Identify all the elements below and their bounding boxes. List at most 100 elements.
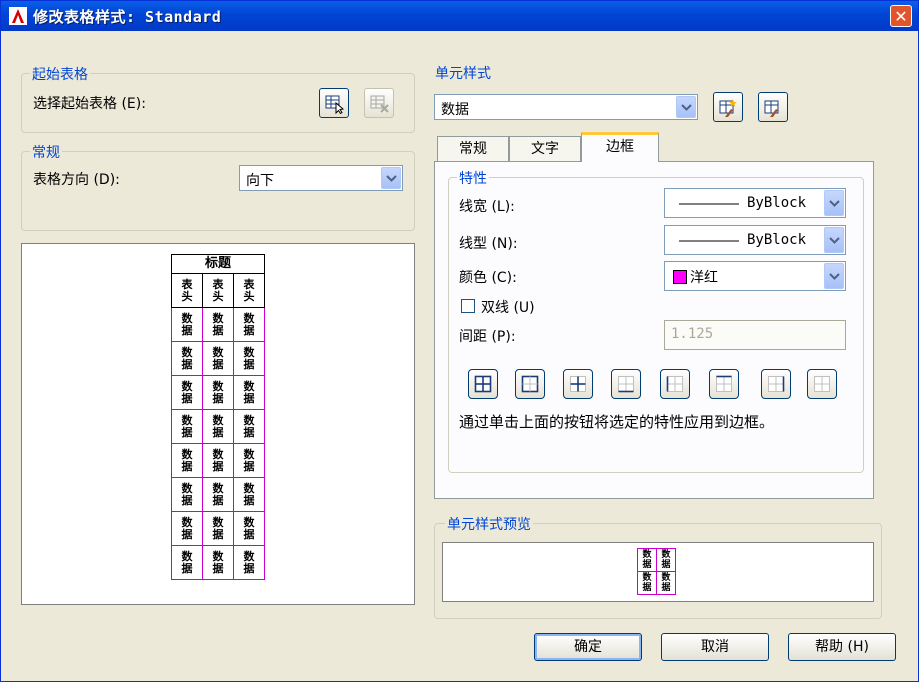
tab-border[interactable]: 边框	[581, 132, 659, 162]
preview-header-cell: 表 头	[171, 273, 203, 308]
new-cell-style-button[interactable]	[713, 92, 743, 122]
all-borders-icon	[474, 375, 492, 393]
chevron-down-icon[interactable]	[824, 263, 844, 289]
preview-data-cell: 数 据	[233, 375, 265, 410]
preview-data-cell: 数 据	[233, 477, 265, 512]
preview-data-cell: 数 据	[171, 545, 203, 580]
preview-data-cell: 数 据	[202, 307, 234, 342]
table-remove-icon	[370, 95, 389, 113]
general-group-title: 常规	[30, 142, 62, 162]
cell-preview-cell: 数 据	[637, 548, 657, 572]
preview-data-cell: 数 据	[171, 477, 203, 512]
preview-data-cell: 数 据	[233, 307, 265, 342]
bottom-border-icon	[618, 376, 634, 393]
right-border-icon	[768, 376, 785, 392]
preview-table: 标题表 头表 头表 头数 据数 据数 据数 据数 据数 据数 据数 据数 据数 …	[171, 254, 265, 580]
preview-data-cell: 数 据	[202, 341, 234, 376]
chevron-down-icon[interactable]	[676, 96, 696, 118]
title-bar[interactable]: 修改表格样式: Standard ✕	[1, 1, 918, 31]
manage-cell-style-button[interactable]	[758, 92, 788, 122]
cell-preview-group-title: 单元样式预览	[445, 514, 533, 534]
color-label: 颜色 (C):	[459, 270, 517, 286]
spacing-input[interactable]: 1.125	[664, 320, 846, 350]
linetype-label: 线型 (N):	[459, 236, 518, 252]
line-sample-icon	[679, 203, 739, 205]
manage-style-icon	[764, 100, 779, 117]
bottom-border-button[interactable]	[611, 369, 641, 399]
preview-data-cell: 数 据	[202, 409, 234, 444]
dialog-title: 修改表格样式: Standard	[33, 8, 222, 26]
no-border-button[interactable]	[807, 369, 837, 399]
preview-title-cell: 标题	[171, 254, 265, 274]
help-button[interactable]: 帮助 (H)	[788, 633, 896, 661]
outside-borders-button[interactable]	[515, 369, 545, 399]
properties-group-title: 特性	[457, 168, 489, 188]
preview-data-cell: 数 据	[233, 409, 265, 444]
color-value: 洋红	[690, 270, 718, 286]
left-border-button[interactable]	[660, 369, 690, 399]
table-direction-select[interactable]: 向下	[239, 165, 403, 191]
inside-borders-button[interactable]	[563, 369, 593, 399]
linetype-select[interactable]: ByBlock	[664, 225, 846, 255]
select-start-table-button[interactable]	[319, 88, 349, 118]
lineweight-select[interactable]: ByBlock	[664, 188, 846, 218]
chevron-down-icon[interactable]	[824, 190, 844, 216]
start-table-group-title: 起始表格	[30, 64, 90, 84]
right-border-button[interactable]	[761, 369, 791, 399]
inside-borders-icon	[570, 376, 586, 392]
preview-data-cell: 数 据	[171, 375, 203, 410]
select-start-table-label: 选择起始表格 (E):	[33, 96, 146, 112]
preview-data-cell: 数 据	[202, 545, 234, 580]
lineweight-value: ByBlock	[747, 195, 807, 211]
spacing-label: 间距 (P):	[459, 329, 516, 345]
cell-preview-cell: 数 据	[656, 571, 676, 595]
table-direction-value: 向下	[246, 173, 274, 189]
double-line-checkbox[interactable]	[461, 299, 475, 313]
top-border-button[interactable]	[709, 369, 739, 399]
cell-preview-cell: 数 据	[637, 571, 657, 595]
cell-preview-table: 数 据数 据数 据数 据	[637, 548, 676, 595]
preview-data-cell: 数 据	[171, 307, 203, 342]
border-hint-text: 通过单击上面的按钮将选定的特性应用到边框。	[459, 413, 775, 431]
tab-text[interactable]: 文字	[509, 136, 581, 162]
tab-general[interactable]: 常规	[437, 136, 509, 162]
preview-header-cell: 表 头	[202, 273, 234, 308]
lineweight-label: 线宽 (L):	[459, 199, 515, 215]
remove-start-table-button[interactable]	[364, 88, 394, 118]
preview-data-cell: 数 据	[171, 511, 203, 546]
cell-style-select[interactable]: 数据	[434, 94, 698, 120]
all-borders-button[interactable]	[468, 369, 498, 399]
line-sample-icon	[679, 240, 739, 242]
new-style-icon	[719, 99, 737, 117]
preview-data-cell: 数 据	[202, 375, 234, 410]
preview-data-cell: 数 据	[233, 443, 265, 478]
double-line-label: 双线 (U)	[481, 300, 535, 316]
linetype-value: ByBlock	[747, 232, 807, 248]
preview-data-cell: 数 据	[202, 477, 234, 512]
cancel-button[interactable]: 取消	[661, 633, 769, 661]
outside-borders-icon	[521, 375, 539, 393]
dialog-window: 修改表格样式: Standard ✕ 起始表格 选择起始表格 (E): 常规 表…	[0, 0, 919, 682]
preview-data-cell: 数 据	[202, 443, 234, 478]
chevron-down-icon[interactable]	[824, 227, 844, 253]
table-direction-label: 表格方向 (D):	[33, 172, 120, 188]
chevron-down-icon[interactable]	[381, 167, 401, 189]
preview-data-cell: 数 据	[233, 341, 265, 376]
preview-data-cell: 数 据	[171, 443, 203, 478]
table-select-icon	[325, 95, 345, 114]
color-swatch	[673, 270, 687, 284]
color-select[interactable]: 洋红	[664, 261, 846, 291]
general-group: 常规	[21, 142, 415, 231]
autocad-logo-icon	[9, 7, 27, 25]
preview-data-cell: 数 据	[233, 545, 265, 580]
cell-style-group-title: 单元样式	[433, 63, 493, 83]
close-button[interactable]: ✕	[890, 5, 912, 27]
preview-data-cell: 数 据	[171, 341, 203, 376]
cell-style-value: 数据	[441, 102, 469, 118]
preview-data-cell: 数 据	[233, 511, 265, 546]
preview-data-cell: 数 据	[202, 511, 234, 546]
preview-header-cell: 表 头	[233, 273, 265, 308]
top-border-icon	[716, 375, 732, 392]
cell-preview-cell: 数 据	[656, 548, 676, 572]
ok-button[interactable]: 确定	[534, 633, 642, 661]
